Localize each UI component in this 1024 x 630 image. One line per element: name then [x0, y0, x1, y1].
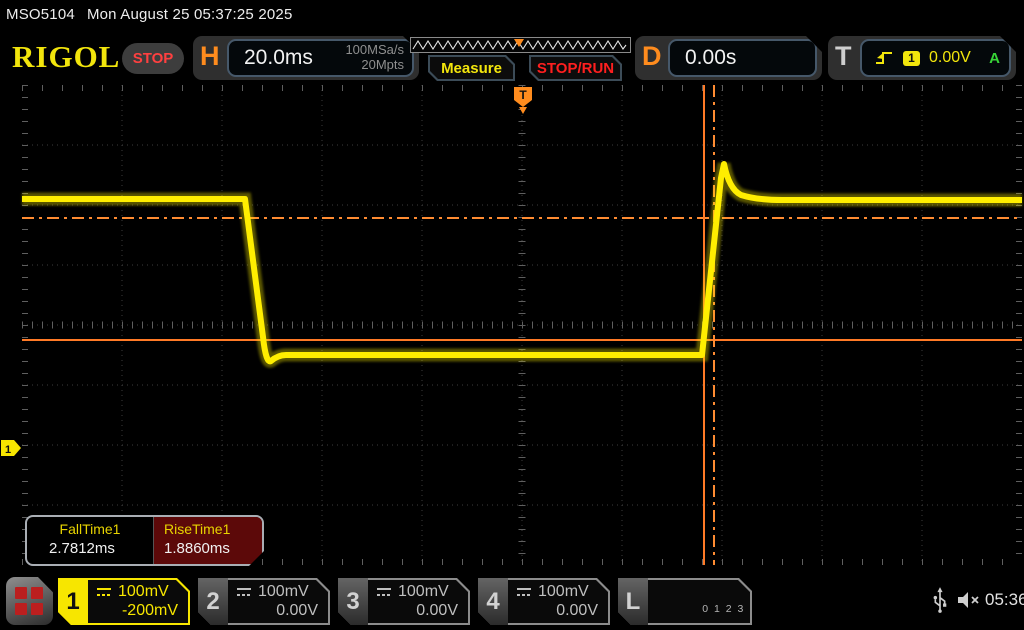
- measurement-label: RiseTime1: [164, 521, 231, 537]
- dc-coupling-icon: [96, 587, 112, 597]
- clock-text: 05:36: [985, 590, 1024, 609]
- datetime-text: Mon August 25 05:37:25 2025: [86, 6, 293, 23]
- trigger-sweep-mode: A: [989, 49, 1000, 67]
- logic-channels-status[interactable]: L 0 1 2 3 4 5 6 7 8 9 1011 12131415: [618, 578, 752, 625]
- speaker-muted-icon: [958, 592, 979, 608]
- channel-4-status[interactable]: 4 100mV 0.00V: [478, 578, 610, 625]
- svg-text:1: 1: [5, 444, 11, 456]
- timebase-value: 20.0ms: [244, 46, 313, 69]
- model-name: MSO5104: [6, 6, 75, 23]
- delay-label: D: [642, 41, 662, 71]
- sample-rate: 100MSa/s: [345, 42, 404, 58]
- dc-coupling-icon: [516, 587, 532, 597]
- channel-1-offset: -200mV: [121, 602, 178, 619]
- bottom-bar: 1 100mV -200mV 2 100mV 0.00V 3 100mV 0.0…: [0, 570, 1024, 630]
- grid-ticks: [22, 85, 1022, 565]
- header-bar: RIGOL STOP H 20.0ms 100MSa/s 20Mpts Meas…: [0, 33, 1024, 83]
- status-bar: MSO5104 Mon August 25 05:37:25 2025: [6, 6, 293, 23]
- stop-run-button[interactable]: STOP/RUN: [529, 55, 622, 81]
- channel-3-status[interactable]: 3 100mV 0.00V: [338, 578, 470, 625]
- menu-grid-icon: [15, 587, 43, 615]
- channel-1-scale: 100mV: [118, 583, 169, 600]
- waveform-overview-strip[interactable]: [410, 37, 631, 53]
- logic-label: L: [618, 578, 648, 625]
- channel-2-status[interactable]: 2 100mV 0.00V: [198, 578, 330, 625]
- channel-3-number: 3: [338, 578, 368, 625]
- trigger-settings[interactable]: T 1 0.00V A: [828, 36, 1016, 80]
- memory-depth: 20Mpts: [361, 57, 404, 72]
- waveform-display[interactable]: T 1 FallTime1 2.7812ms RiseTime1 1.8860m…: [0, 85, 1024, 565]
- channel-2-scale: 100mV: [258, 583, 309, 600]
- trigger-position-marker[interactable]: T: [514, 87, 532, 114]
- measurement-label: FallTime1: [59, 521, 121, 537]
- dc-coupling-icon: [236, 587, 252, 597]
- measurement-falltime[interactable]: FallTime1 2.7812ms: [27, 517, 154, 564]
- channel-3-offset: 0.00V: [416, 602, 458, 619]
- measure-button[interactable]: Measure: [428, 55, 515, 81]
- measurement-value: 2.7812ms: [49, 540, 115, 557]
- measurement-value: 1.8860ms: [164, 540, 230, 557]
- channel-4-offset: 0.00V: [556, 602, 598, 619]
- overview-zigzag: [412, 39, 627, 51]
- channel-1-number: 1: [58, 578, 88, 625]
- waveform-svg: T 1: [1, 85, 1022, 565]
- horizontal-label: H: [200, 41, 220, 71]
- measurement-panel: FallTime1 2.7812ms RiseTime1 1.8860ms: [25, 515, 264, 566]
- delay-settings[interactable]: D 0.00s: [635, 36, 822, 80]
- trigger-source-badge: 1: [903, 51, 920, 66]
- channel-4-scale: 100mV: [538, 583, 589, 600]
- horizontal-settings[interactable]: H 20.0ms 100MSa/s 20Mpts: [193, 36, 419, 80]
- channel-3-scale: 100mV: [398, 583, 449, 600]
- channel-2-number: 2: [198, 578, 228, 625]
- usb-icon: [933, 587, 947, 613]
- svg-text:T: T: [519, 88, 527, 102]
- channel-2-offset: 0.00V: [276, 602, 318, 619]
- oscilloscope-screen: MSO5104 Mon August 25 05:37:25 2025 RIGOL…: [0, 0, 1024, 630]
- channel-4-number: 4: [478, 578, 508, 625]
- measurement-risetime-selected[interactable]: RiseTime1 1.8860ms: [154, 517, 262, 564]
- trigger-level-value: 0.00V: [929, 49, 971, 66]
- menu-grid-button[interactable]: [6, 577, 53, 625]
- logic-row-1: 0 1 2 3 4 5 6 7: [702, 603, 797, 616]
- channel1-level-marker[interactable]: 1: [1, 440, 21, 456]
- rising-edge-trigger-icon: [874, 50, 894, 66]
- channel-1-status[interactable]: 1 100mV -200mV: [58, 578, 190, 625]
- delay-value: 0.00s: [685, 46, 737, 69]
- dc-coupling-icon: [376, 587, 392, 597]
- trigger-label: T: [835, 41, 852, 71]
- rigol-logo: RIGOL: [12, 39, 121, 74]
- acquisition-state-badge: STOP: [122, 43, 184, 74]
